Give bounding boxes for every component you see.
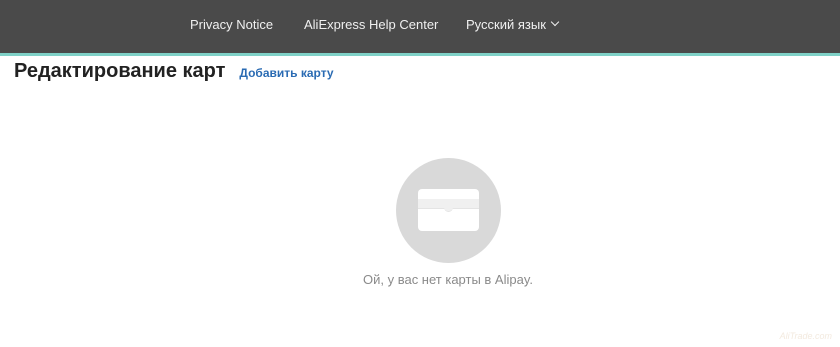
privacy-notice-link[interactable]: Privacy Notice [190, 17, 273, 32]
add-card-link[interactable]: Добавить карту [239, 66, 333, 80]
nav-item-privacy[interactable]: Privacy Notice [190, 0, 273, 48]
top-navigation-bar: Privacy Notice AliExpress Help Center Ру… [0, 0, 840, 56]
chevron-down-icon[interactable] [550, 17, 560, 27]
empty-state-circle [396, 158, 501, 263]
card-icon [418, 189, 479, 231]
title-row: Редактирование карт Добавить карту [14, 60, 334, 83]
language-selector-label[interactable]: Русский язык [466, 17, 546, 32]
help-center-link[interactable]: AliExpress Help Center [304, 17, 438, 32]
nav-item-help-center[interactable]: AliExpress Help Center [304, 0, 438, 48]
watermark: AliTrade.com [779, 331, 832, 341]
language-selector[interactable]: Русский язык [466, 0, 560, 48]
card-notch-shape [444, 206, 453, 212]
page-title: Редактирование карт [14, 60, 226, 82]
empty-state-message: Ой, у вас нет карты в Alipay. [363, 272, 533, 287]
